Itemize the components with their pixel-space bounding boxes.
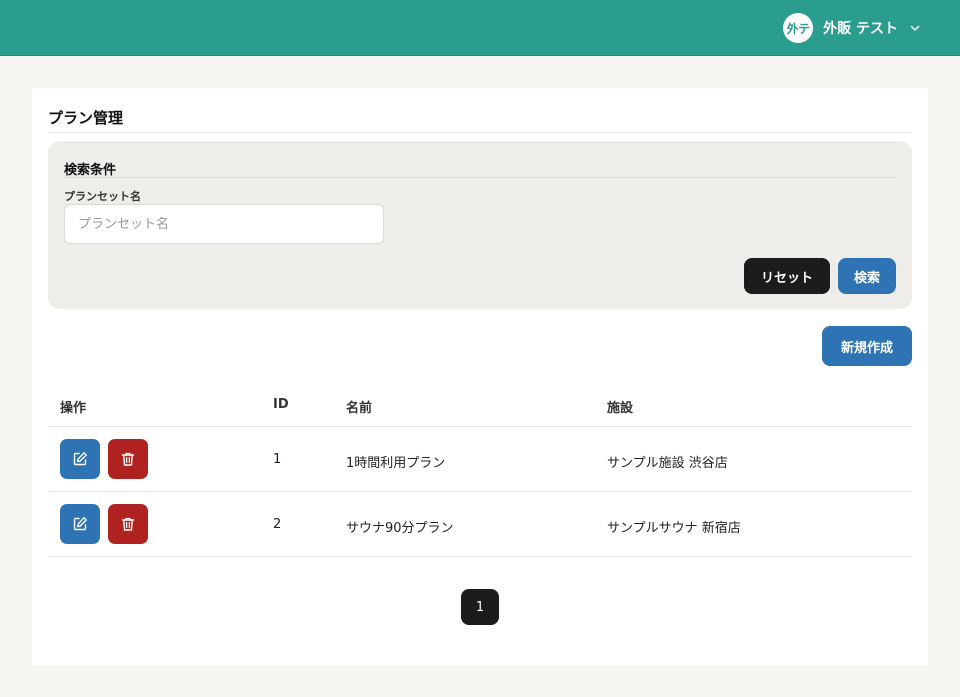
cell-id: 1	[273, 452, 282, 467]
cell-name: 1時間利用プラン	[346, 456, 446, 471]
plan-set-name-input[interactable]	[64, 204, 384, 244]
page-title: プラン管理	[48, 109, 124, 127]
edit-button[interactable]	[60, 504, 100, 544]
table-row: 1 1時間利用プラン サンプル施設 渋谷店	[48, 427, 912, 492]
new-plan-button[interactable]: 新規作成	[822, 326, 912, 366]
trash-icon	[121, 517, 135, 531]
top-app-bar: 外テ 外販 テスト	[0, 0, 960, 56]
chevron-down-icon	[910, 25, 920, 31]
column-header-operation: 操作	[60, 401, 87, 416]
search-panel-title: 検索条件	[64, 163, 117, 178]
delete-button[interactable]	[108, 504, 148, 544]
user-name: 外販 テスト	[823, 21, 898, 37]
column-header-facility: 施設	[607, 401, 634, 416]
trash-icon	[121, 452, 135, 466]
title-divider	[48, 132, 912, 133]
edit-icon	[73, 517, 87, 531]
avatar: 外テ	[783, 13, 814, 43]
edit-icon	[73, 452, 87, 466]
delete-button[interactable]	[108, 439, 148, 479]
column-header-id: ID	[273, 397, 289, 412]
table-row: 2 サウナ90分プラン サンプルサウナ 新宿店	[48, 492, 912, 557]
search-panel: 検索条件 プランセット名 リセット 検索	[48, 141, 912, 309]
pagination-page-1[interactable]: 1	[461, 589, 499, 625]
search-button[interactable]: 検索	[838, 258, 896, 294]
plan-table: 操作 ID 名前 施設 1 1時間利用プラン サンプル施設 渋谷店 2 サウナ9…	[48, 384, 912, 557]
cell-facility: サンプル施設 渋谷店	[607, 456, 728, 471]
edit-button[interactable]	[60, 439, 100, 479]
reset-button[interactable]: リセット	[744, 258, 830, 294]
table-header: 操作 ID 名前 施設	[48, 384, 912, 427]
cell-name: サウナ90分プラン	[346, 521, 454, 536]
cell-facility: サンプルサウナ 新宿店	[607, 521, 741, 536]
search-panel-divider	[64, 177, 896, 178]
user-menu[interactable]: 外テ 外販 テスト	[783, 13, 920, 43]
plan-set-name-label: プランセット名	[64, 190, 141, 203]
plan-management-card: プラン管理 検索条件 プランセット名 リセット 検索 新規作成 操作 ID 名前…	[32, 88, 928, 665]
column-header-name: 名前	[346, 401, 373, 416]
cell-id: 2	[273, 517, 282, 532]
